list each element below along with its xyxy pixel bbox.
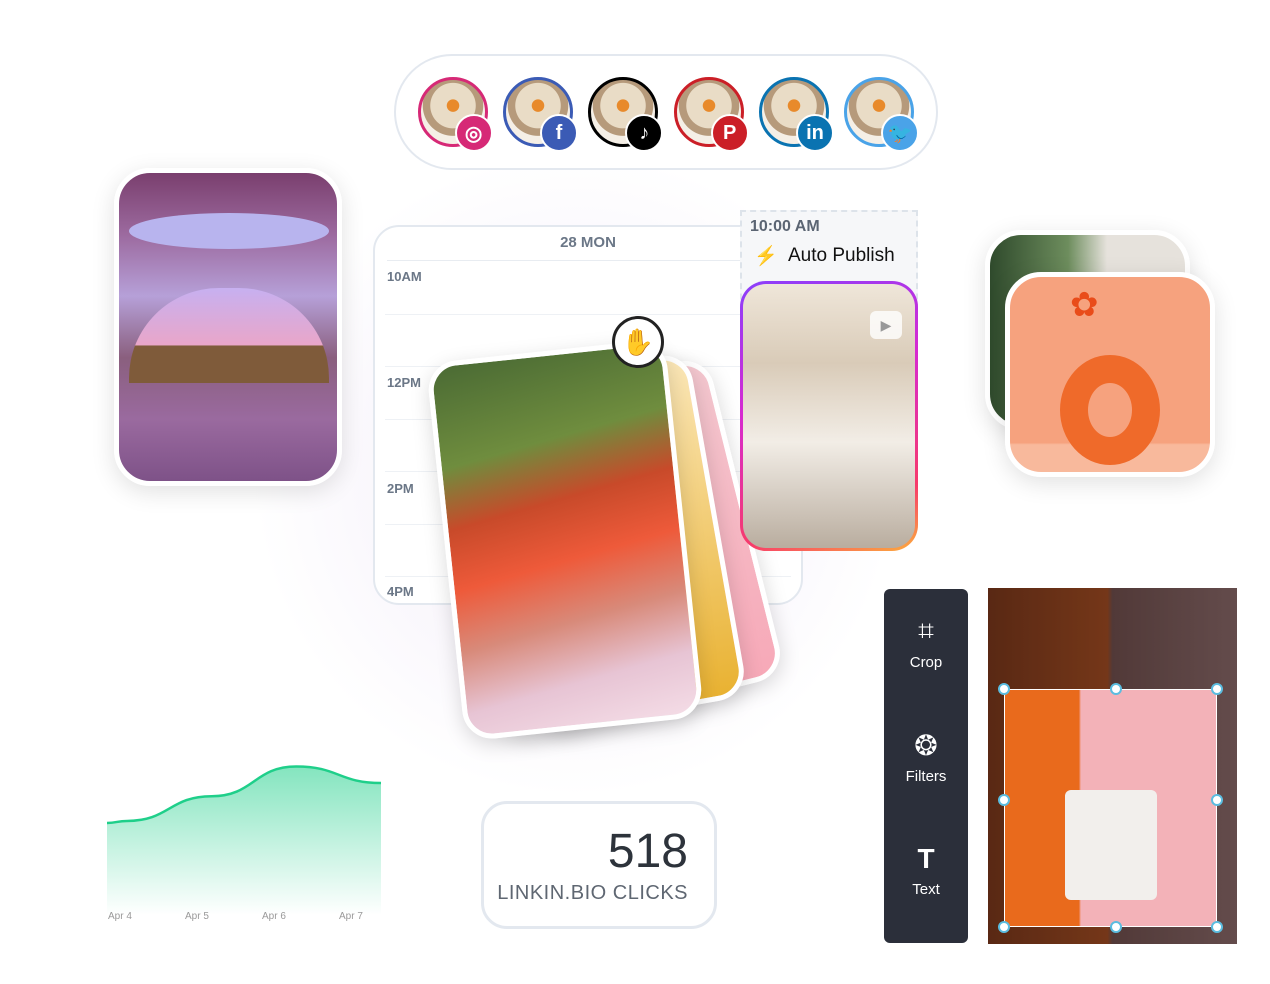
- stat-label: LINKIN.BIO CLICKS: [497, 882, 688, 904]
- account-avatar-twitter[interactable]: 🐦: [844, 77, 920, 152]
- reel-icon: ▶: [870, 311, 902, 339]
- crop-handle[interactable]: [1110, 683, 1122, 695]
- auto-publish-icon: ⚡: [754, 246, 778, 267]
- crop-handle[interactable]: [1211, 683, 1223, 695]
- grab-hand-icon: ✋: [612, 316, 664, 368]
- text-label: Text: [912, 881, 940, 898]
- account-avatar-linkedin[interactable]: in: [758, 77, 834, 152]
- crop-icon: ⌗: [918, 615, 934, 646]
- reel-preview[interactable]: ▶: [740, 281, 918, 551]
- clicks-area-chart: Apr 4 Apr 5 Apr 6 Apr 7: [106, 765, 382, 922]
- crop-handle[interactable]: [1211, 794, 1223, 806]
- calendar-day-header: 28 MON: [387, 227, 789, 261]
- stat-value: 518: [607, 825, 688, 878]
- crop-handle[interactable]: [1211, 921, 1223, 933]
- crop-label: Crop: [909, 654, 943, 671]
- x-tick-label: Apr 7: [339, 911, 363, 922]
- account-avatar-pinterest[interactable]: P: [673, 77, 749, 152]
- account-avatar-instagram[interactable]: ◎: [417, 77, 493, 152]
- account-avatar-tiktok[interactable]: ♪: [588, 77, 664, 152]
- auto-publish-label: Auto Publish: [788, 245, 895, 266]
- x-tick-label: Apr 4: [108, 911, 132, 922]
- social-accounts-bar: ◎ f ♪ Pin 🐦: [394, 54, 938, 170]
- crop-handle[interactable]: [1110, 921, 1122, 933]
- x-tick-label: Apr 6: [262, 911, 286, 922]
- crop-area[interactable]: [1004, 689, 1217, 927]
- text-icon: T: [917, 843, 935, 874]
- time-label: 2PM: [387, 481, 414, 496]
- crop-handle[interactable]: [998, 683, 1010, 695]
- x-tick-label: Apr 5: [185, 911, 209, 922]
- time-label: 4PM: [387, 584, 414, 599]
- time-label: 10AM: [387, 269, 422, 284]
- filters-button[interactable]: ❂ Filters: [884, 729, 968, 785]
- facebook-icon: f: [539, 114, 578, 152]
- crop-handle[interactable]: [998, 794, 1010, 806]
- text-button[interactable]: T Text: [884, 843, 968, 898]
- instagram-icon: ◎: [454, 114, 493, 152]
- time-label: 12PM: [387, 375, 421, 390]
- tiktok-icon: ♪: [625, 114, 664, 152]
- aerial-landscape-post[interactable]: [425, 338, 705, 742]
- aperture-icon: ❂: [914, 730, 938, 761]
- editor-toolbar: ⌗ Crop ❂ Filters T Text: [884, 589, 968, 943]
- candle-photo-editor[interactable]: [988, 588, 1237, 944]
- clicks-stat-card: 518 LINKIN.BIO CLICKS: [481, 801, 717, 929]
- scheduled-time: 10:00 AM: [750, 218, 820, 235]
- crop-button[interactable]: ⌗ Crop: [884, 615, 968, 671]
- account-avatar-facebook[interactable]: f: [502, 77, 578, 152]
- vase-image[interactable]: ✿: [1005, 272, 1215, 477]
- twitter-icon: 🐦: [881, 114, 920, 152]
- filters-label: Filters: [905, 768, 947, 785]
- dreamy-landscape-image[interactable]: [114, 168, 342, 486]
- pinterest-icon: P: [710, 114, 749, 152]
- linkedin-icon: in: [795, 114, 834, 152]
- crop-handle[interactable]: [998, 921, 1010, 933]
